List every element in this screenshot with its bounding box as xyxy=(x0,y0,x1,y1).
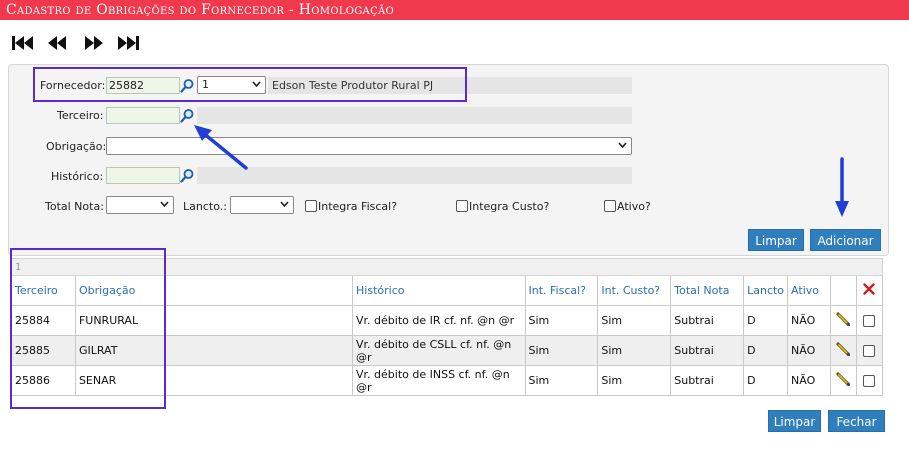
edit-row-button[interactable] xyxy=(830,305,857,336)
pencil-icon xyxy=(836,312,851,326)
chevron-down-icon xyxy=(618,142,627,148)
prev-icon xyxy=(48,36,66,50)
cell-ativo: NÃO xyxy=(787,365,831,396)
integra-fiscal-checkbox[interactable] xyxy=(305,200,317,212)
cell-int-fiscal: Sim xyxy=(524,335,599,366)
lancto-label: Lancto.: xyxy=(183,200,227,213)
obrigacao-select[interactable] xyxy=(106,137,632,155)
integra-fiscal-label: Integra Fiscal? xyxy=(318,200,398,213)
chevron-down-icon xyxy=(160,201,169,207)
limpar-footer-button[interactable]: Limpar xyxy=(768,410,821,432)
checkbox-box[interactable] xyxy=(863,315,876,327)
terceiro-column-highlight-box xyxy=(10,248,166,409)
col-header-lancto[interactable]: Lancto xyxy=(743,275,789,306)
historico-label: Histórico: xyxy=(51,170,104,183)
cell-total-nota: Subtrai xyxy=(670,305,745,336)
chevron-down-icon xyxy=(280,201,289,207)
previous-record-button[interactable] xyxy=(45,33,71,53)
window-title: Cadastro de Obrigações do Fornecedor - H… xyxy=(0,0,909,20)
ativo-label: Ativo? xyxy=(617,200,651,213)
last-icon xyxy=(118,36,139,50)
cell-int-fiscal: Sim xyxy=(524,365,599,396)
arrow-annotation-icon xyxy=(194,125,248,170)
col-header-historico[interactable]: Histórico xyxy=(352,275,526,306)
terceiro-label: Terceiro: xyxy=(57,109,104,122)
ativo-checkbox[interactable] xyxy=(604,200,616,212)
next-record-button[interactable] xyxy=(80,33,106,53)
next-icon xyxy=(85,36,103,50)
integra-custo-label: Integra Custo? xyxy=(469,200,550,213)
fechar-button[interactable]: Fechar xyxy=(828,410,885,432)
cell-lancto: D xyxy=(743,335,789,366)
cell-historico: Vr. débito de CSLL cf. nf. @n @r xyxy=(352,335,526,366)
arrow-annotation-icon xyxy=(835,157,849,217)
delete-selected-button[interactable] xyxy=(855,275,884,306)
obrigacao-label: Obrigação: xyxy=(46,140,107,153)
row-select-checkbox[interactable] xyxy=(855,335,884,366)
fornecedor-highlight-box xyxy=(33,67,467,102)
row-select-checkbox[interactable] xyxy=(855,305,884,336)
adicionar-button[interactable]: Adicionar xyxy=(810,229,881,251)
col-header-total-nota[interactable]: Total Nota xyxy=(670,275,745,306)
cell-lancto: D xyxy=(743,305,789,336)
edit-row-button[interactable] xyxy=(830,365,857,396)
cell-lancto: D xyxy=(743,365,789,396)
col-header-int-fiscal[interactable]: Int. Fiscal? xyxy=(524,275,599,306)
first-icon xyxy=(12,36,33,50)
last-record-button[interactable] xyxy=(115,33,141,53)
integra-custo-checkbox[interactable] xyxy=(456,200,468,212)
pencil-icon xyxy=(836,372,851,386)
cell-total-nota: Subtrai xyxy=(670,365,745,396)
col-header-edit xyxy=(830,275,857,306)
cell-historico: Vr. débito de INSS cf. nf. @n @r xyxy=(352,365,526,396)
total-nota-label: Total Nota: xyxy=(45,200,104,213)
cell-int-custo: Sim xyxy=(597,365,672,396)
edit-row-button[interactable] xyxy=(830,335,857,366)
first-record-button[interactable] xyxy=(10,33,36,53)
terceiro-search-button[interactable] xyxy=(180,108,195,123)
col-header-int-custo[interactable]: Int. Custo? xyxy=(597,275,672,306)
pencil-icon xyxy=(836,342,851,356)
cell-ativo: NÃO xyxy=(787,335,831,366)
record-navigation xyxy=(10,33,141,55)
delete-x-icon xyxy=(863,283,876,295)
checkbox-box[interactable] xyxy=(863,375,876,387)
lancto-select[interactable] xyxy=(230,196,294,214)
cell-int-custo: Sim xyxy=(597,305,672,336)
row-select-checkbox[interactable] xyxy=(855,365,884,396)
magnifier-icon xyxy=(180,109,194,123)
historico-text-display xyxy=(197,167,632,184)
cell-int-custo: Sim xyxy=(597,335,672,366)
cell-total-nota: Subtrai xyxy=(670,335,745,366)
col-header-ativo[interactable]: Ativo xyxy=(787,275,831,306)
checkbox-box[interactable] xyxy=(863,345,876,357)
cell-historico: Vr. débito de IR cf. nf. @n @r xyxy=(352,305,526,336)
terceiro-code-input[interactable] xyxy=(106,107,180,124)
cell-ativo: NÃO xyxy=(787,305,831,336)
terceiro-name-display xyxy=(197,107,632,124)
cell-int-fiscal: Sim xyxy=(524,305,599,336)
limpar-form-button[interactable]: Limpar xyxy=(748,229,804,251)
historico-code-input[interactable] xyxy=(106,167,180,184)
total-nota-select[interactable] xyxy=(106,196,174,214)
